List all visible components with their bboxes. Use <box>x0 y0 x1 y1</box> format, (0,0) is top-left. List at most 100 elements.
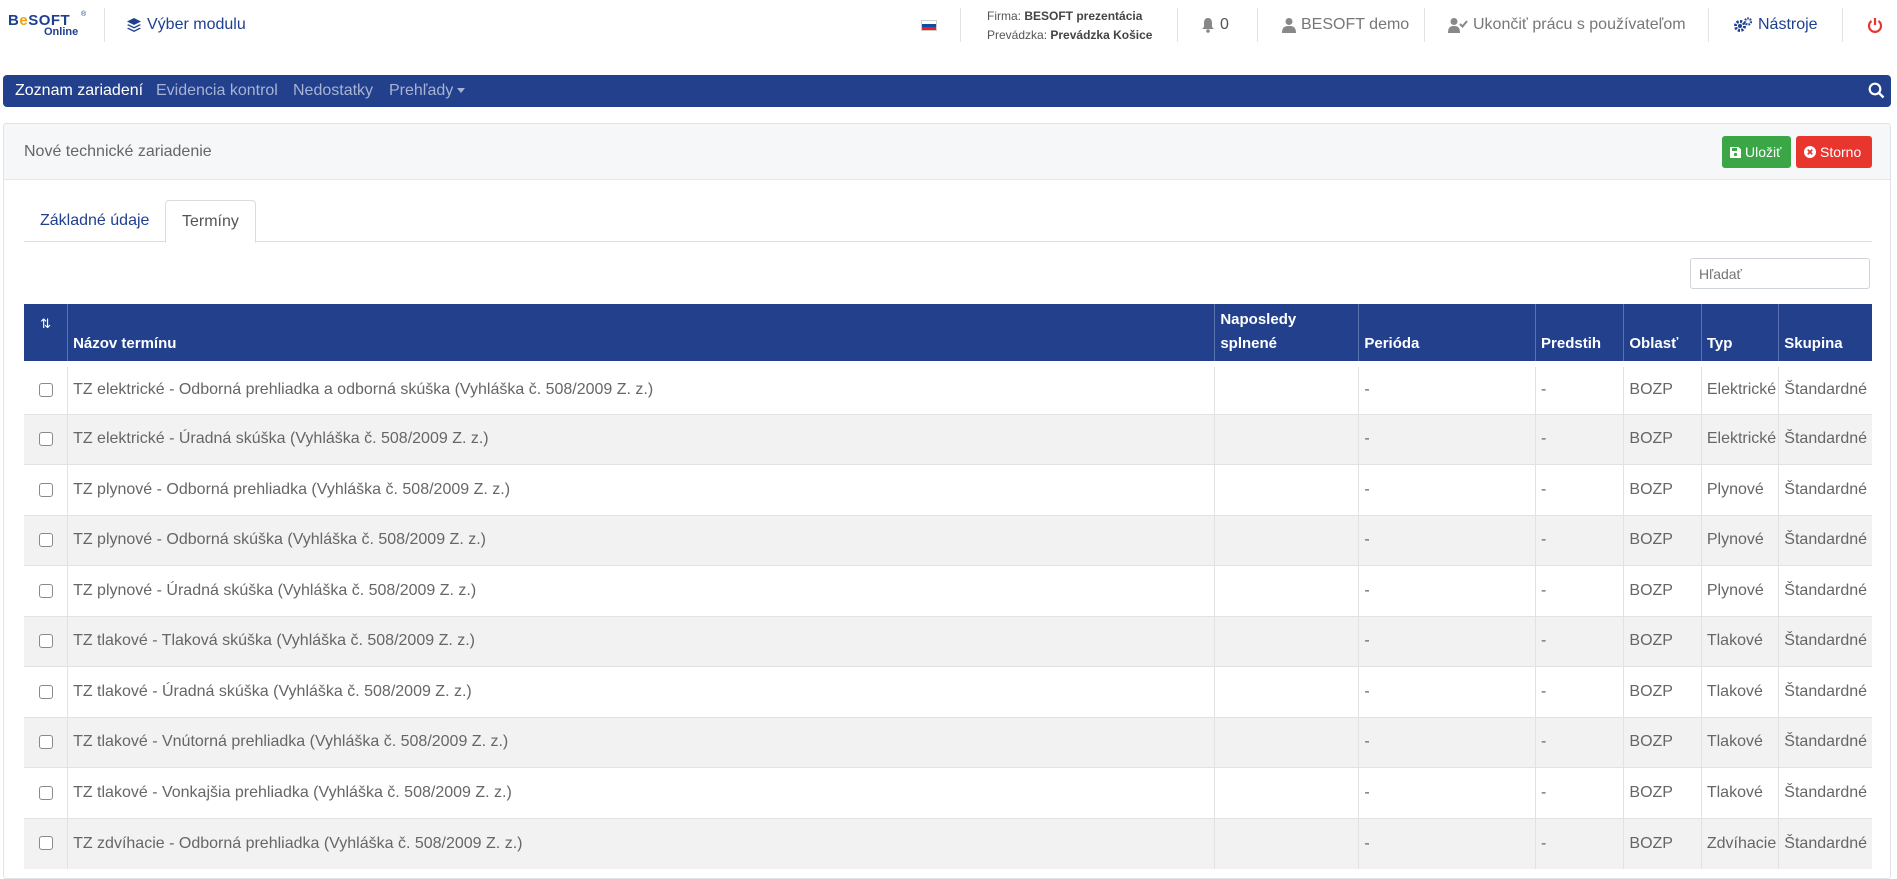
cell-area: BOZP <box>1623 716 1702 768</box>
cell-period: - <box>1358 514 1537 566</box>
cancel-button[interactable]: Storno <box>1796 136 1872 168</box>
cell-type: Tlakové <box>1701 615 1780 667</box>
nav-item-deficiencies[interactable]: Nedostatky <box>293 75 373 107</box>
cell-last-completed <box>1214 464 1360 515</box>
column-header-last-completed[interactable]: Naposledy splnené <box>1214 304 1360 364</box>
row-select-cell <box>24 361 69 414</box>
main-navbar: Zoznam zariadení Evidencia kontrol Nedos… <box>3 75 1891 107</box>
table-row[interactable]: TZ plynové - Odborná skúška (Vyhláška č.… <box>24 514 1872 566</box>
language-flag-icon[interactable] <box>921 20 937 31</box>
table-row[interactable]: TZ plynové - Odborná prehliadka (Vyhlášk… <box>24 464 1872 515</box>
cell-period: - <box>1358 361 1537 414</box>
power-icon <box>1867 17 1883 33</box>
cell-type: Elektrické <box>1701 413 1780 465</box>
divider <box>1424 8 1425 42</box>
column-header-type[interactable]: Typ <box>1701 304 1780 364</box>
row-checkbox[interactable] <box>38 482 53 497</box>
row-select-cell <box>24 565 69 616</box>
cell-area: BOZP <box>1623 514 1702 566</box>
cell-group: Štandardné <box>1778 413 1872 465</box>
table-row[interactable]: TZ plynové - Úradná skúška (Vyhláška č. … <box>24 565 1872 616</box>
tab-terms[interactable]: Termíny <box>165 200 256 243</box>
cell-period: - <box>1358 565 1537 616</box>
tools-menu-button[interactable]: Nástroje <box>1733 0 1818 50</box>
row-select-cell <box>24 817 69 869</box>
row-checkbox[interactable] <box>38 735 53 750</box>
table-row[interactable]: TZ elektrické - Odborná prehliadka a odb… <box>24 361 1872 414</box>
row-select-cell <box>24 716 69 768</box>
cell-type: Zdvíhacie <box>1701 817 1780 869</box>
notifications-button[interactable]: 0 <box>1201 0 1229 50</box>
column-header-area[interactable]: Oblasť <box>1623 304 1702 364</box>
nav-search-button[interactable] <box>1868 82 1885 104</box>
divider <box>1842 8 1843 42</box>
logout-button[interactable] <box>1867 0 1888 50</box>
cell-group: Štandardné <box>1778 464 1872 515</box>
nav-item-device-list[interactable]: Zoznam zariadení <box>15 75 143 107</box>
divider <box>104 8 105 42</box>
cell-last-completed <box>1214 514 1360 566</box>
cell-type: Tlakové <box>1701 716 1780 768</box>
table-row[interactable]: TZ elektrické - Úradná skúška (Vyhláška … <box>24 413 1872 465</box>
cell-advance: - <box>1535 615 1625 667</box>
firm-value: BESOFT prezentácia <box>1024 9 1143 23</box>
table-row[interactable]: TZ tlakové - Vonkajšia prehliadka (Vyhlá… <box>24 767 1872 818</box>
column-header-advance[interactable]: Predstih <box>1535 304 1625 364</box>
cell-advance: - <box>1535 514 1625 566</box>
tab-basic-info[interactable]: Základné údaje <box>24 200 165 242</box>
row-checkbox[interactable] <box>38 785 53 800</box>
table-row[interactable]: TZ tlakové - Úradná skúška (Vyhláška č. … <box>24 666 1872 717</box>
gears-icon <box>1734 17 1753 32</box>
column-header-period[interactable]: Perióda <box>1358 304 1537 364</box>
end-work-label: Ukončiť prácu s používateľom <box>1473 16 1686 33</box>
times-circle-icon <box>1804 146 1816 158</box>
cell-last-completed <box>1214 565 1360 616</box>
cell-name: TZ elektrické - Úradná skúška (Vyhláška … <box>67 413 1216 465</box>
device-card: Nové technické zariadenie Uložiť Storno … <box>3 123 1891 879</box>
row-select-cell <box>24 413 69 465</box>
cell-type: Plynové <box>1701 514 1780 566</box>
terms-table: ⇅ Názov termínu Naposledy splnené Periód… <box>24 304 1872 869</box>
cell-last-completed <box>1214 767 1360 818</box>
cell-type: Tlakové <box>1701 767 1780 818</box>
cell-area: BOZP <box>1623 464 1702 515</box>
row-checkbox[interactable] <box>38 684 53 699</box>
row-select-cell <box>24 514 69 566</box>
save-button[interactable]: Uložiť <box>1722 136 1791 168</box>
end-work-with-user-button[interactable]: Ukončiť prácu s používateľom <box>1448 0 1686 50</box>
divider <box>960 8 961 42</box>
cell-group: Štandardné <box>1778 716 1872 768</box>
cell-advance: - <box>1535 413 1625 465</box>
cell-group: Štandardné <box>1778 817 1872 869</box>
column-header-name[interactable]: Názov termínu <box>67 304 1216 364</box>
cell-last-completed <box>1214 361 1360 414</box>
user-menu[interactable]: BESOFT demo <box>1282 0 1409 50</box>
row-checkbox[interactable] <box>38 583 53 598</box>
nav-item-inspection-records[interactable]: Evidencia kontrol <box>156 75 278 107</box>
user-name: BESOFT demo <box>1301 16 1410 33</box>
cell-name: TZ elektrické - Odborná prehliadka a odb… <box>67 361 1216 414</box>
table-search-input[interactable] <box>1690 258 1870 289</box>
nav-item-overviews[interactable]: Prehľady <box>389 75 466 107</box>
cell-advance: - <box>1535 817 1625 869</box>
cell-area: BOZP <box>1623 615 1702 667</box>
row-checkbox[interactable] <box>38 836 53 851</box>
cell-period: - <box>1358 464 1537 515</box>
branch-label: Prevádzka: <box>987 28 1048 42</box>
cell-name: TZ tlakové - Tlaková skúška (Vyhláška č.… <box>67 615 1216 667</box>
row-checkbox[interactable] <box>38 383 53 398</box>
table-row[interactable]: TZ zdvíhacie - Odborná prehliadka (Vyhlá… <box>24 817 1872 869</box>
table-row[interactable]: TZ tlakové - Tlaková skúška (Vyhláška č.… <box>24 615 1872 667</box>
tools-label: Nástroje <box>1758 16 1818 33</box>
module-select-button[interactable]: Výber modulu <box>126 0 246 50</box>
column-header-group[interactable]: Skupina <box>1778 304 1872 364</box>
sort-icon: ⇅ <box>40 316 51 331</box>
caret-down-icon <box>457 88 466 94</box>
row-checkbox[interactable] <box>38 634 53 649</box>
row-checkbox[interactable] <box>38 533 53 548</box>
sort-toggle[interactable]: ⇅ <box>24 304 69 364</box>
user-icon <box>1282 18 1296 33</box>
besoft-logo[interactable]: BeSOFT ® Online <box>8 11 86 40</box>
row-checkbox[interactable] <box>38 432 53 447</box>
table-row[interactable]: TZ tlakové - Vnútorná prehliadka (Vyhláš… <box>24 716 1872 768</box>
